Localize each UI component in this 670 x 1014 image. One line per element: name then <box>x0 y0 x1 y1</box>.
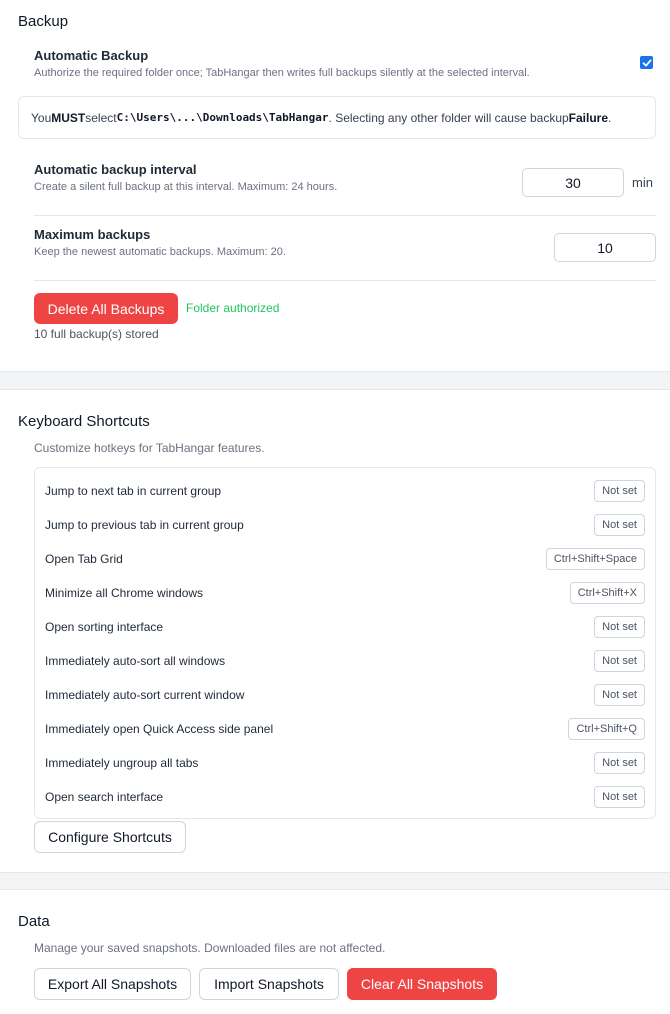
shortcut-row: Jump to next tab in current group Not se… <box>35 474 655 508</box>
shortcut-key: Not set <box>594 786 645 808</box>
shortcut-row: Immediately ungroup all tabs Not set <box>35 746 655 780</box>
automatic-backup-description: Authorize the required folder once; TabH… <box>34 67 530 79</box>
backup-interval-unit: min <box>632 175 653 190</box>
shortcut-row: Jump to previous tab in current group No… <box>35 508 655 542</box>
backup-title: Backup <box>18 13 69 30</box>
warning-select: select <box>85 110 117 125</box>
automatic-backup-label: Automatic Backup <box>34 48 149 63</box>
backup-section: Backup Automatic Backup Authorize the re… <box>0 0 670 372</box>
backup-interval-label: Automatic backup interval <box>34 162 197 177</box>
folder-status: Folder authorized <box>186 301 280 315</box>
data-section: Data Manage your saved snapshots. Downlo… <box>0 889 670 1014</box>
shortcut-key: Not set <box>594 650 645 672</box>
clear-all-snapshots-button[interactable]: Clear All Snapshots <box>347 968 497 1000</box>
shortcut-row: Immediately auto-sort all windows Not se… <box>35 644 655 678</box>
checkmark-icon <box>642 59 651 66</box>
warning-failure: Failure <box>568 110 609 125</box>
automatic-backup-checkbox[interactable] <box>640 56 653 69</box>
backup-interval-input[interactable] <box>522 168 624 197</box>
shortcut-name: Jump to previous tab in current group <box>45 518 244 532</box>
shortcut-name: Minimize all Chrome windows <box>45 586 204 600</box>
configure-shortcuts-button[interactable]: Configure Shortcuts <box>34 821 186 853</box>
shortcut-key: Not set <box>594 684 645 706</box>
keyboard-shortcuts-section: Keyboard Shortcuts Customize hotkeys for… <box>0 389 670 873</box>
shortcut-name: Open sorting interface <box>45 620 164 634</box>
divider <box>34 215 656 216</box>
shortcut-name: Open search interface <box>45 790 164 804</box>
shortcut-name: Immediately auto-sort all windows <box>45 654 226 668</box>
shortcut-name: Immediately auto-sort current window <box>45 688 245 702</box>
shortcut-list: Jump to next tab in current group Not se… <box>34 467 656 819</box>
shortcut-row: Immediately open Quick Access side panel… <box>35 712 655 746</box>
shortcut-name: Immediately open Quick Access side panel <box>45 722 274 736</box>
shortcut-row: Minimize all Chrome windows Ctrl+Shift+X <box>35 576 655 610</box>
folder-warning-box: You MUST select C:\Users\...\Downloads\T… <box>18 96 656 139</box>
warning-prefix: You <box>31 110 52 125</box>
shortcut-name: Open Tab Grid <box>45 552 123 566</box>
shortcut-key: Ctrl+Shift+X <box>569 582 645 604</box>
data-description: Manage your saved snapshots. Downloaded … <box>34 941 386 955</box>
shortcuts-description: Customize hotkeys for TabHangar features… <box>34 441 265 455</box>
shortcut-key: Ctrl+Shift+Q <box>568 718 645 740</box>
divider <box>34 280 656 281</box>
warning-path: C:\Users\...\Downloads\TabHangar <box>116 111 329 124</box>
max-backups-label: Maximum backups <box>34 227 151 242</box>
backups-stored-count: 10 full backup(s) stored <box>34 327 159 341</box>
shortcut-row: Open search interface Not set <box>35 780 655 814</box>
delete-all-backups-button[interactable]: Delete All Backups <box>34 293 178 324</box>
shortcut-name: Immediately ungroup all tabs <box>45 756 199 770</box>
backup-interval-description: Create a silent full backup at this inte… <box>34 181 338 193</box>
shortcut-name: Jump to next tab in current group <box>45 484 222 498</box>
warning-middle: . Selecting any other folder will cause … <box>328 110 569 125</box>
shortcut-key: Not set <box>594 616 645 638</box>
shortcut-row: Open Tab Grid Ctrl+Shift+Space <box>35 542 655 576</box>
shortcut-key: Not set <box>594 514 645 536</box>
shortcut-row: Immediately auto-sort current window Not… <box>35 678 655 712</box>
shortcut-key: Not set <box>594 480 645 502</box>
warning-suffix: . <box>608 110 612 125</box>
export-all-snapshots-button[interactable]: Export All Snapshots <box>34 968 191 1000</box>
shortcut-key: Ctrl+Shift+Space <box>545 548 645 570</box>
shortcut-key: Not set <box>594 752 645 774</box>
max-backups-description: Keep the newest automatic backups. Maxim… <box>34 246 286 258</box>
shortcuts-title: Keyboard Shortcuts <box>18 413 150 430</box>
data-title: Data <box>18 913 50 930</box>
warning-must: MUST <box>51 110 86 125</box>
shortcut-row: Open sorting interface Not set <box>35 610 655 644</box>
max-backups-input[interactable] <box>554 233 656 262</box>
import-snapshots-button[interactable]: Import Snapshots <box>199 968 339 1000</box>
